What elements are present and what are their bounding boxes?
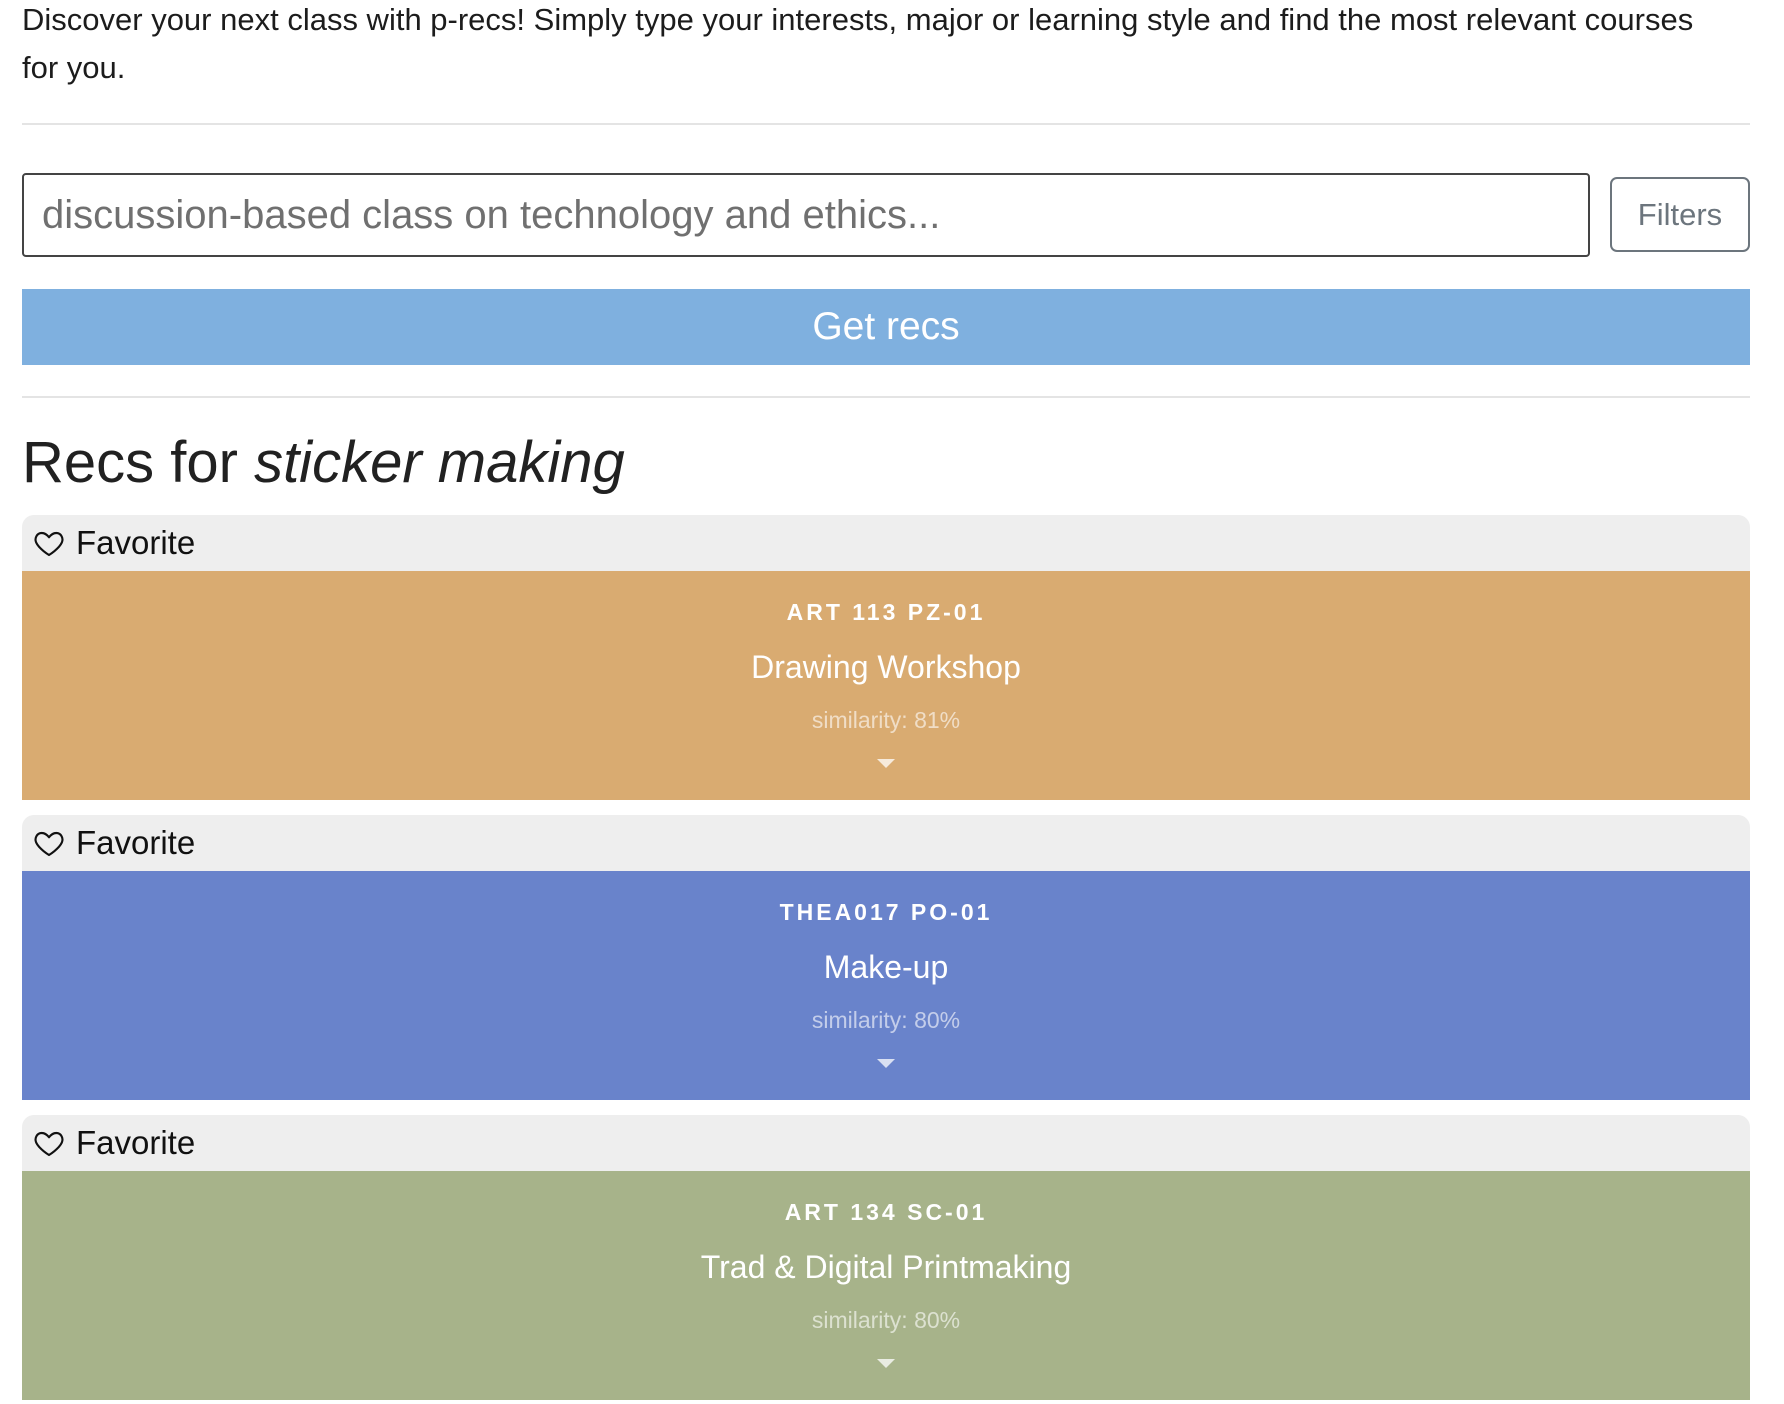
similarity-score: similarity: 80% <box>811 1307 961 1333</box>
heart-outline-icon[interactable] <box>30 1124 68 1162</box>
favorite-label: Favorite <box>76 1124 196 1161</box>
heart-outline-icon[interactable] <box>30 824 68 862</box>
course-card: Favorite THEA017 PO-01 Make-up similarit… <box>22 815 1750 1100</box>
results-title-prefix: Recs for <box>22 430 255 495</box>
divider <box>22 123 1750 125</box>
caret-down-icon[interactable] <box>877 1059 895 1068</box>
similarity-score: similarity: 80% <box>811 1007 961 1033</box>
page: Discover your next class with p-recs! Si… <box>0 0 1784 1404</box>
course-name: Make-up <box>823 949 949 985</box>
course-name: Drawing Workshop <box>751 649 1021 685</box>
search-input[interactable] <box>22 173 1590 257</box>
favorite-toggle[interactable]: Favorite <box>22 1115 1750 1171</box>
course-code: ART 134 SC-01 <box>784 1199 988 1225</box>
filters-button[interactable]: Filters <box>1610 177 1750 252</box>
course-card-body[interactable]: THEA017 PO-01 Make-up similarity: 80% <box>22 871 1750 1100</box>
course-card-body[interactable]: ART 113 PZ-01 Drawing Workshop similarit… <box>22 571 1750 800</box>
course-code: ART 113 PZ-01 <box>786 599 986 625</box>
favorite-toggle[interactable]: Favorite <box>22 515 1750 571</box>
divider <box>22 396 1750 398</box>
course-card: Favorite ART 134 SC-01 Trad & Digital Pr… <box>22 1115 1750 1400</box>
heart-outline-icon[interactable] <box>30 524 68 562</box>
similarity-score: similarity: 81% <box>811 707 961 733</box>
course-name: Trad & Digital Printmaking <box>700 1249 1072 1285</box>
caret-down-icon[interactable] <box>877 759 895 768</box>
course-card-body[interactable]: ART 134 SC-01 Trad & Digital Printmaking… <box>22 1171 1750 1400</box>
course-card: Favorite ART 113 PZ-01 Drawing Workshop … <box>22 515 1750 800</box>
get-recs-button[interactable]: Get recs <box>22 289 1750 365</box>
favorite-toggle[interactable]: Favorite <box>22 815 1750 871</box>
favorite-label: Favorite <box>76 824 196 861</box>
intro-text: Discover your next class with p-recs! Si… <box>22 2 1694 85</box>
results-query: sticker making <box>254 430 625 495</box>
favorite-label: Favorite <box>76 524 196 561</box>
results-title: Recs for sticker making <box>22 428 625 498</box>
caret-down-icon[interactable] <box>877 1359 895 1368</box>
course-code: THEA017 PO-01 <box>779 899 993 925</box>
